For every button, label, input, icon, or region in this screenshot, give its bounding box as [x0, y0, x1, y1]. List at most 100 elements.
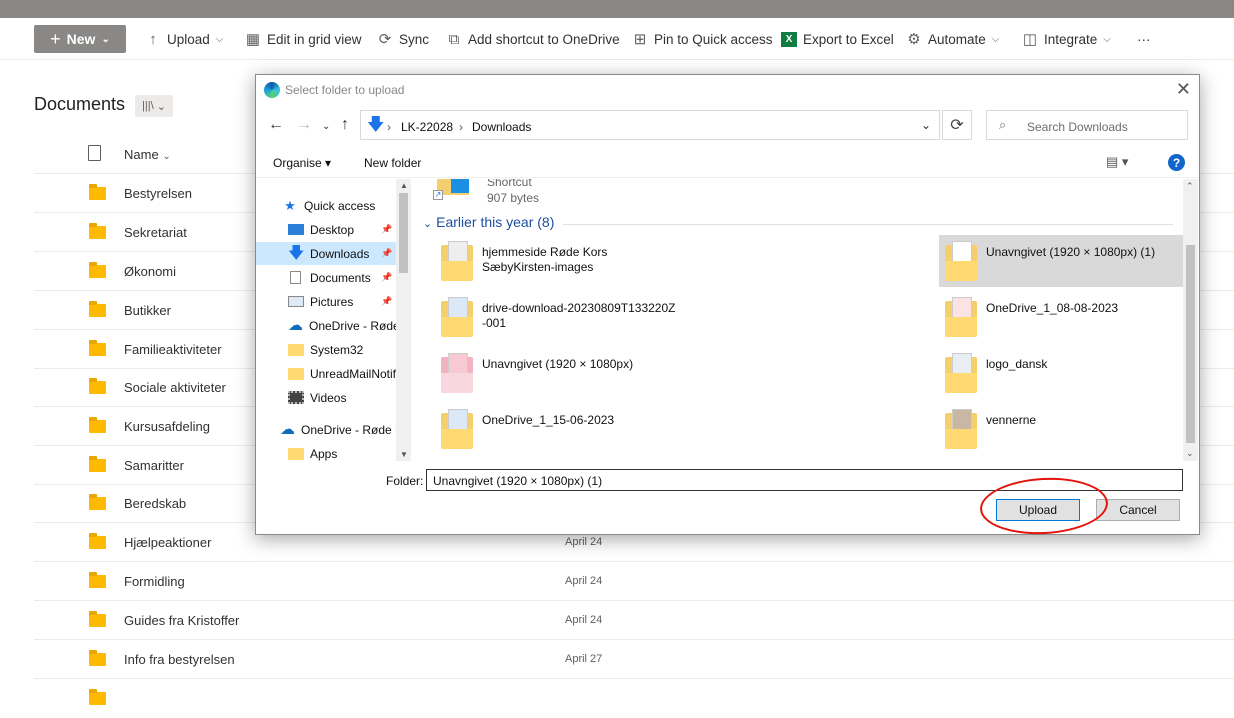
- scroll-thumb[interactable]: [1186, 245, 1195, 443]
- new-button[interactable]: + New ⌄: [34, 25, 126, 53]
- integrate-command[interactable]: ◫ Integrate ⌵: [1022, 18, 1111, 60]
- automate-command[interactable]: ⚙ Automate ⌵: [906, 18, 999, 60]
- row-name[interactable]: Info fra bestyrelsen: [124, 652, 235, 667]
- file-item[interactable]: vennerne: [939, 403, 1183, 455]
- shortcut-name: Shortcut: [487, 179, 532, 189]
- file-item[interactable]: OneDrive_1_08-08-2023: [939, 291, 1183, 343]
- close-icon[interactable]: ✕: [1176, 79, 1191, 100]
- refresh-button[interactable]: ⟳: [942, 110, 972, 140]
- row-name[interactable]: Hjælpeaktioner: [124, 535, 211, 550]
- nav-onedrive-rode-k[interactable]: ☁ OneDrive - Røde K: [256, 418, 396, 441]
- file-item[interactable]: logo_dansk: [939, 347, 1183, 399]
- pin-icon: 📌: [381, 224, 393, 234]
- nav-scrollbar[interactable]: ▲ ▼: [396, 179, 411, 461]
- row-date: April 24: [565, 575, 603, 587]
- upload-command-label: Upload: [167, 31, 210, 47]
- content-scrollbar[interactable]: ⌃ ⌄: [1183, 179, 1198, 461]
- row-name[interactable]: Økonomi: [124, 264, 176, 279]
- table-row[interactable]: [34, 679, 1234, 718]
- navigation-pane: ★ Quick access Desktop 📌 🡇 Downloads 📌 Docum…: [256, 179, 396, 461]
- automate-label: Automate: [928, 31, 986, 47]
- view-options-icon[interactable]: ▤ ▾: [1106, 154, 1128, 170]
- folder-icon: [89, 689, 106, 705]
- search-input[interactable]: ⌕ Search Downloads: [986, 110, 1188, 140]
- view-switcher-button[interactable]: |||\ ⌄: [135, 95, 173, 117]
- file-item[interactable]: OneDrive_1_15-06-2023: [435, 403, 685, 455]
- nav-system32[interactable]: System32: [256, 338, 396, 361]
- row-name[interactable]: Sociale aktiviteter: [124, 380, 226, 395]
- export-excel-command[interactable]: X Export to Excel: [781, 18, 894, 60]
- row-name[interactable]: Sekretariat: [124, 225, 187, 240]
- document-icon: [290, 271, 301, 284]
- scroll-up-icon[interactable]: ⌃: [1186, 181, 1194, 192]
- row-name[interactable]: Familieaktiviteter: [124, 342, 222, 357]
- download-icon: 🡇: [367, 115, 385, 134]
- chevron-down-icon[interactable]: ⌄: [921, 118, 931, 132]
- row-name[interactable]: Formidling: [124, 574, 185, 589]
- chevron-down-icon: ⌵: [1103, 33, 1111, 45]
- pin-quick-access-command[interactable]: ⊞ Pin to Quick access: [632, 18, 773, 60]
- recent-locations-chevron-icon[interactable]: ⌄: [322, 121, 330, 132]
- address-bar[interactable]: 🡇 › LK-22028 › Downloads ⌄: [360, 110, 940, 140]
- nav-downloads[interactable]: 🡇 Downloads 📌: [256, 242, 396, 265]
- grid-icon: ▦: [245, 31, 261, 48]
- table-row[interactable]: Info fra bestyrelsen April 27: [34, 640, 1234, 679]
- table-row[interactable]: Formidling April 24: [34, 562, 1234, 601]
- scroll-down-icon[interactable]: ▼: [400, 450, 408, 459]
- breadcrumb-item[interactable]: LK-22028: [401, 120, 453, 134]
- table-row[interactable]: Guides fra Kristoffer April 24: [34, 601, 1234, 640]
- row-date: April 27: [565, 653, 603, 665]
- file-item[interactable]: Unavngivet (1920 × 1080px) (1): [939, 235, 1183, 287]
- file-name: Unavngivet (1920 × 1080px) (1): [986, 245, 1156, 259]
- file-item[interactable]: Unavngivet (1920 × 1080px): [435, 347, 685, 399]
- name-column-header[interactable]: Name ⌄: [124, 147, 171, 162]
- file-name: OneDrive_1_15-06-2023: [482, 413, 615, 427]
- back-arrow-icon[interactable]: ←: [268, 116, 284, 134]
- breadcrumb-item[interactable]: Downloads: [472, 120, 531, 134]
- nav-apps[interactable]: Apps: [256, 442, 396, 461]
- new-folder-button[interactable]: New folder: [364, 156, 421, 170]
- scroll-thumb[interactable]: [399, 193, 408, 273]
- upload-command[interactable]: ↑ Upload ⌵: [145, 18, 223, 60]
- nav-unreadmailnotif[interactable]: UnreadMailNotif: [256, 362, 396, 385]
- group-divider: [563, 224, 1173, 225]
- file-item[interactable]: hjemmeside Røde Kors SæbyKirsten-images: [435, 235, 685, 287]
- scroll-up-icon[interactable]: ▲: [400, 181, 408, 190]
- cancel-button[interactable]: Cancel: [1096, 499, 1180, 521]
- file-name: hjemmeside Røde Kors SæbyKirsten-images: [482, 245, 608, 274]
- row-name[interactable]: Guides fra Kristoffer: [124, 613, 239, 628]
- nav-pictures[interactable]: Pictures 📌: [256, 290, 396, 313]
- upload-button[interactable]: Upload: [996, 499, 1080, 521]
- nav-documents[interactable]: Documents 📌: [256, 266, 396, 289]
- row-name[interactable]: Kursusafdeling: [124, 419, 210, 434]
- row-name[interactable]: Samaritter: [124, 458, 184, 473]
- folder-icon: [89, 262, 106, 278]
- row-name[interactable]: Bestyrelsen: [124, 186, 192, 201]
- row-name[interactable]: Butikker: [124, 303, 171, 318]
- up-arrow-icon[interactable]: ↑: [341, 116, 349, 134]
- folder-icon: [89, 223, 106, 239]
- refresh-icon: ⟳: [950, 117, 964, 134]
- nav-desktop[interactable]: Desktop 📌: [256, 218, 396, 241]
- row-name[interactable]: Beredskab: [124, 496, 186, 511]
- cloud-icon: ☁: [288, 316, 303, 334]
- forward-arrow-icon[interactable]: →: [296, 116, 312, 134]
- dialog-nav-row: ← → ⌄ ↑ 🡇 › LK-22028 › Downloads ⌄ ⟳ ⌕ S…: [256, 108, 1199, 144]
- group-header[interactable]: ⌄ Earlier this year (8): [423, 214, 554, 230]
- help-icon[interactable]: ?: [1168, 154, 1185, 171]
- folder-icon: [288, 447, 304, 460]
- more-button[interactable]: ···: [1137, 18, 1151, 60]
- sync-command[interactable]: ⟳ Sync: [377, 18, 429, 60]
- folder-icon: [441, 241, 473, 281]
- folder-input[interactable]: Unavngivet (1920 × 1080px) (1): [426, 469, 1183, 491]
- file-item[interactable]: drive-download-20230809T133220Z -001: [435, 291, 685, 343]
- edit-grid-view-command[interactable]: ▦ Edit in grid view: [245, 18, 362, 60]
- folder-icon: [945, 241, 977, 281]
- scroll-down-icon[interactable]: ⌄: [1186, 448, 1194, 459]
- nav-quick-access[interactable]: ★ Quick access: [256, 194, 396, 217]
- add-shortcut-command[interactable]: ⧉ Add shortcut to OneDrive: [446, 18, 620, 60]
- shortcut-item[interactable]: ↗ Shortcut 907 bytes: [431, 179, 671, 209]
- nav-videos[interactable]: Videos: [256, 386, 396, 409]
- nav-onedrive-rode[interactable]: ☁ OneDrive - Røde: [256, 314, 396, 337]
- organise-menu[interactable]: Organise ▾: [273, 156, 331, 170]
